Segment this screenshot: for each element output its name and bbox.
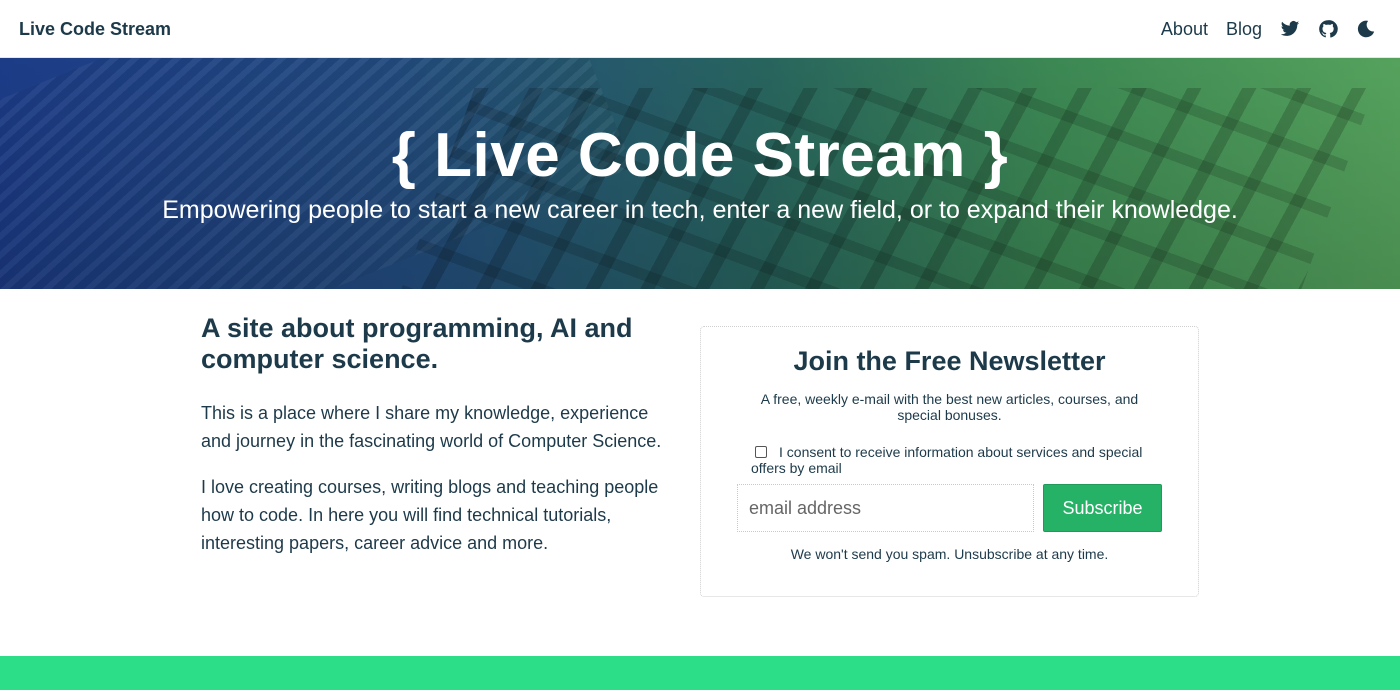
intro-paragraph-2: I love creating courses, writing blogs a… xyxy=(201,477,659,553)
consent-checkbox[interactable] xyxy=(755,446,767,458)
nav-about-link[interactable]: About xyxy=(1161,19,1208,40)
consent-row[interactable]: I consent to receive information about s… xyxy=(751,444,1151,476)
subscribe-button[interactable]: Subscribe xyxy=(1043,484,1162,532)
github-icon[interactable] xyxy=(1318,19,1338,39)
newsletter-box: Join the Free Newsletter A free, weekly … xyxy=(700,326,1199,597)
newsletter-description: A free, weekly e-mail with the best new … xyxy=(760,391,1139,423)
intro-heading: A site about programming, AI and compute… xyxy=(201,313,633,374)
main-nav: About Blog xyxy=(1143,16,1376,42)
top-navigation-bar: Live Code Stream About Blog xyxy=(0,0,1400,58)
consent-label: I consent to receive information about s… xyxy=(751,444,1143,476)
twitter-icon[interactable] xyxy=(1280,19,1300,39)
newsletter-title: Join the Free Newsletter xyxy=(793,346,1106,376)
hero-title: { Live Code Stream } xyxy=(391,121,1009,190)
moon-icon[interactable] xyxy=(1356,19,1376,39)
email-input[interactable] xyxy=(737,484,1034,532)
hero-banner: { Live Code Stream } Empowering people t… xyxy=(0,58,1400,289)
intro-paragraph-1: This is a place where I share my knowled… xyxy=(201,403,662,451)
hero-subtitle: Empowering people to start a new career … xyxy=(162,196,1238,224)
intro-section: A site about programming, AI and compute… xyxy=(201,313,671,557)
nav-blog-link[interactable]: Blog xyxy=(1226,19,1262,40)
footer-band xyxy=(0,656,1400,690)
newsletter-note: We won't send you spam. Unsubscribe at a… xyxy=(790,546,1109,562)
site-logo-link[interactable]: Live Code Stream xyxy=(19,19,171,40)
